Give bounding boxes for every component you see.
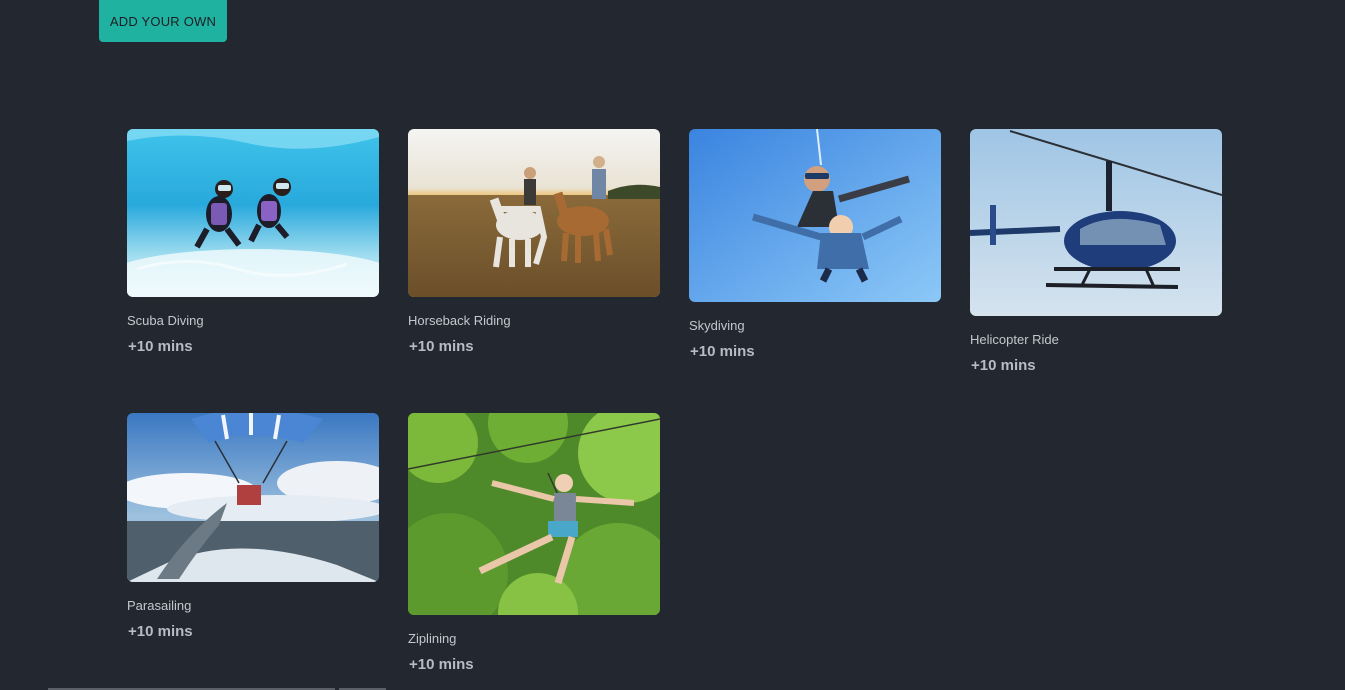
activity-time: +10 mins	[409, 656, 474, 673]
activity-card-parasailing[interactable]: Parasailing +10 mins	[127, 413, 379, 641]
activity-name: Skydiving	[689, 318, 745, 333]
activity-card-ziplining[interactable]: Ziplining +10 mins	[408, 413, 660, 674]
scuba-diving-image	[127, 129, 379, 297]
activity-time: +10 mins	[690, 343, 755, 360]
activity-name: Helicopter Ride	[970, 332, 1059, 347]
activity-card-skydiving[interactable]: Skydiving +10 mins	[689, 129, 941, 361]
activity-name: Parasailing	[127, 598, 192, 613]
activity-name: Horseback Riding	[408, 313, 511, 328]
parasailing-image	[127, 413, 379, 582]
activity-name: Scuba Diving	[127, 313, 204, 328]
activity-card-helicopter-ride[interactable]: Helicopter Ride +10 mins	[970, 129, 1222, 375]
activity-time: +10 mins	[128, 623, 193, 640]
add-your-own-button[interactable]: ADD YOUR OWN	[99, 0, 227, 42]
activity-card-horseback-riding[interactable]: Horseback Riding +10 mins	[408, 129, 660, 356]
helicopter-ride-image	[970, 129, 1222, 316]
activity-time: +10 mins	[409, 338, 474, 355]
activity-time: +10 mins	[128, 338, 193, 355]
horseback-riding-image	[408, 129, 660, 297]
activities-page: ADD YOUR OWN Scuba Diving +10 mins Horse…	[0, 0, 1345, 690]
activity-time: +10 mins	[971, 357, 1036, 374]
activity-name: Ziplining	[408, 631, 457, 646]
ziplining-image	[408, 413, 660, 615]
activity-card-scuba-diving[interactable]: Scuba Diving +10 mins	[127, 129, 379, 356]
skydiving-image	[689, 129, 941, 302]
